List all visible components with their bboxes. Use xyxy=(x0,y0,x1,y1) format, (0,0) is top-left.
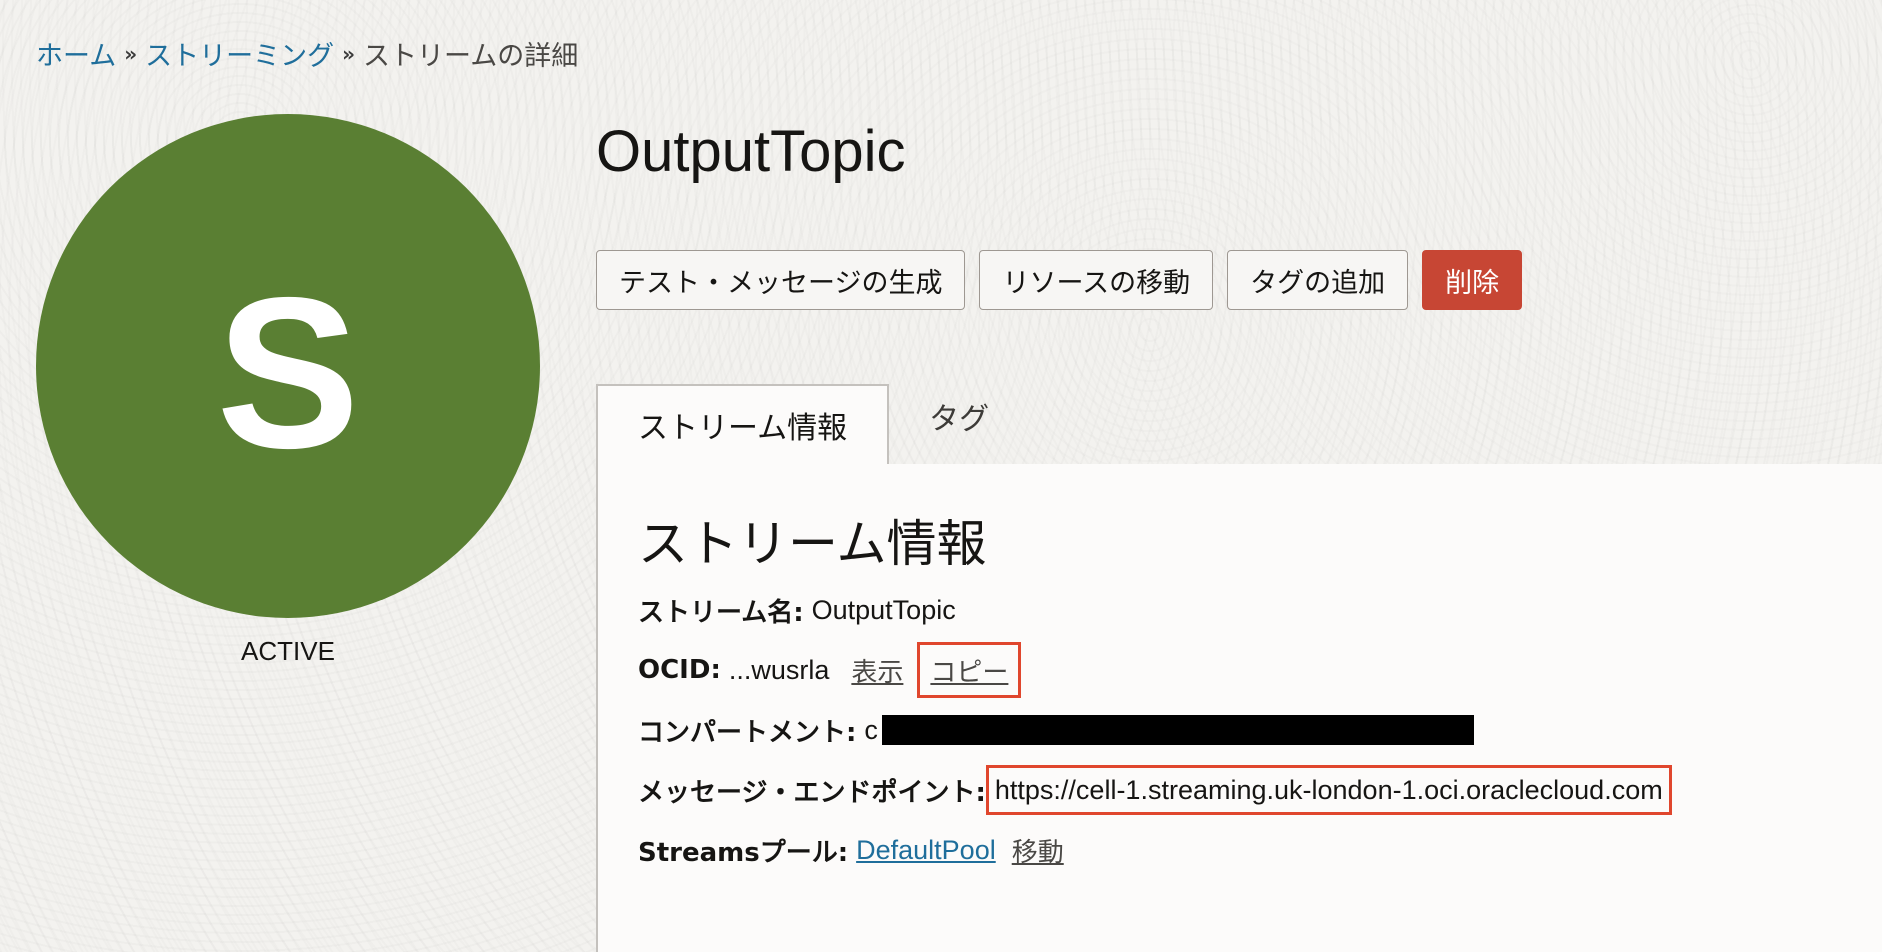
breadcrumb-streaming-link[interactable]: ストリーミング xyxy=(145,34,334,73)
endpoint-row: メッセージ・エンドポイント: https://cell-1.streaming.… xyxy=(638,765,1672,815)
ocid-label: OCID: xyxy=(638,655,721,685)
stream-name-value: OutputTopic xyxy=(811,594,956,625)
tab-tags[interactable]: タグ xyxy=(889,384,1029,464)
breadcrumb: ホーム » ストリーミング » ストリームの詳細 xyxy=(36,34,578,73)
add-tags-button[interactable]: タグの追加 xyxy=(1227,250,1409,310)
stream-info-panel: ストリーム情報 ストリーム名: OutputTopic OCID: ...wus… xyxy=(596,464,1882,952)
breadcrumb-separator-icon: » xyxy=(342,41,356,66)
move-resource-button[interactable]: リソースの移動 xyxy=(979,250,1214,310)
streams-pool-link[interactable]: DefaultPool xyxy=(856,835,996,866)
ocid-row: OCID: ...wusrla 表示 コピー xyxy=(638,642,1022,698)
breadcrumb-current: ストリームの詳細 xyxy=(363,41,579,72)
action-toolbar: テスト・メッセージの生成 リソースの移動 タグの追加 削除 xyxy=(596,250,1523,310)
section-title: ストリーム情報 xyxy=(638,515,987,573)
status-label: ACTIVE xyxy=(241,636,335,666)
compartment-value: c xyxy=(864,714,878,745)
compartment-label: コンパートメント: xyxy=(638,717,857,748)
breadcrumb-home-link[interactable]: ホーム xyxy=(36,34,116,73)
compartment-row: コンパートメント: c xyxy=(638,710,1474,750)
streams-pool-row: Streamsプール: DefaultPool 移動 xyxy=(638,830,1064,870)
avatar-letter: S xyxy=(216,251,360,493)
endpoint-value: https://cell-1.streaming.uk-london-1.oci… xyxy=(994,774,1663,805)
stream-name-label: ストリーム名: xyxy=(638,597,804,628)
ocid-copy-highlight: コピー xyxy=(917,642,1022,698)
page-title: OutputTopic xyxy=(596,119,906,184)
ocid-show-link[interactable]: 表示 xyxy=(851,652,903,689)
tab-bar: ストリーム情報 タグ xyxy=(596,384,1882,466)
generate-test-message-button[interactable]: テスト・メッセージの生成 xyxy=(596,250,966,310)
endpoint-label: メッセージ・エンドポイント: xyxy=(638,777,986,808)
breadcrumb-separator-icon: » xyxy=(124,41,138,66)
tab-stream-info[interactable]: ストリーム情報 xyxy=(596,384,890,466)
ocid-value: ...wusrla xyxy=(728,654,830,685)
stream-name-row: ストリーム名: OutputTopic xyxy=(638,590,956,630)
streams-pool-move-link[interactable]: 移動 xyxy=(1012,832,1064,869)
resource-avatar: S xyxy=(36,114,540,618)
streams-pool-label: Streamsプール: xyxy=(638,837,849,868)
delete-button[interactable]: 削除 xyxy=(1422,250,1523,310)
endpoint-highlight: https://cell-1.streaming.uk-london-1.oci… xyxy=(985,765,1672,815)
ocid-copy-link[interactable]: コピー xyxy=(930,652,1008,689)
redacted-block xyxy=(881,715,1474,745)
